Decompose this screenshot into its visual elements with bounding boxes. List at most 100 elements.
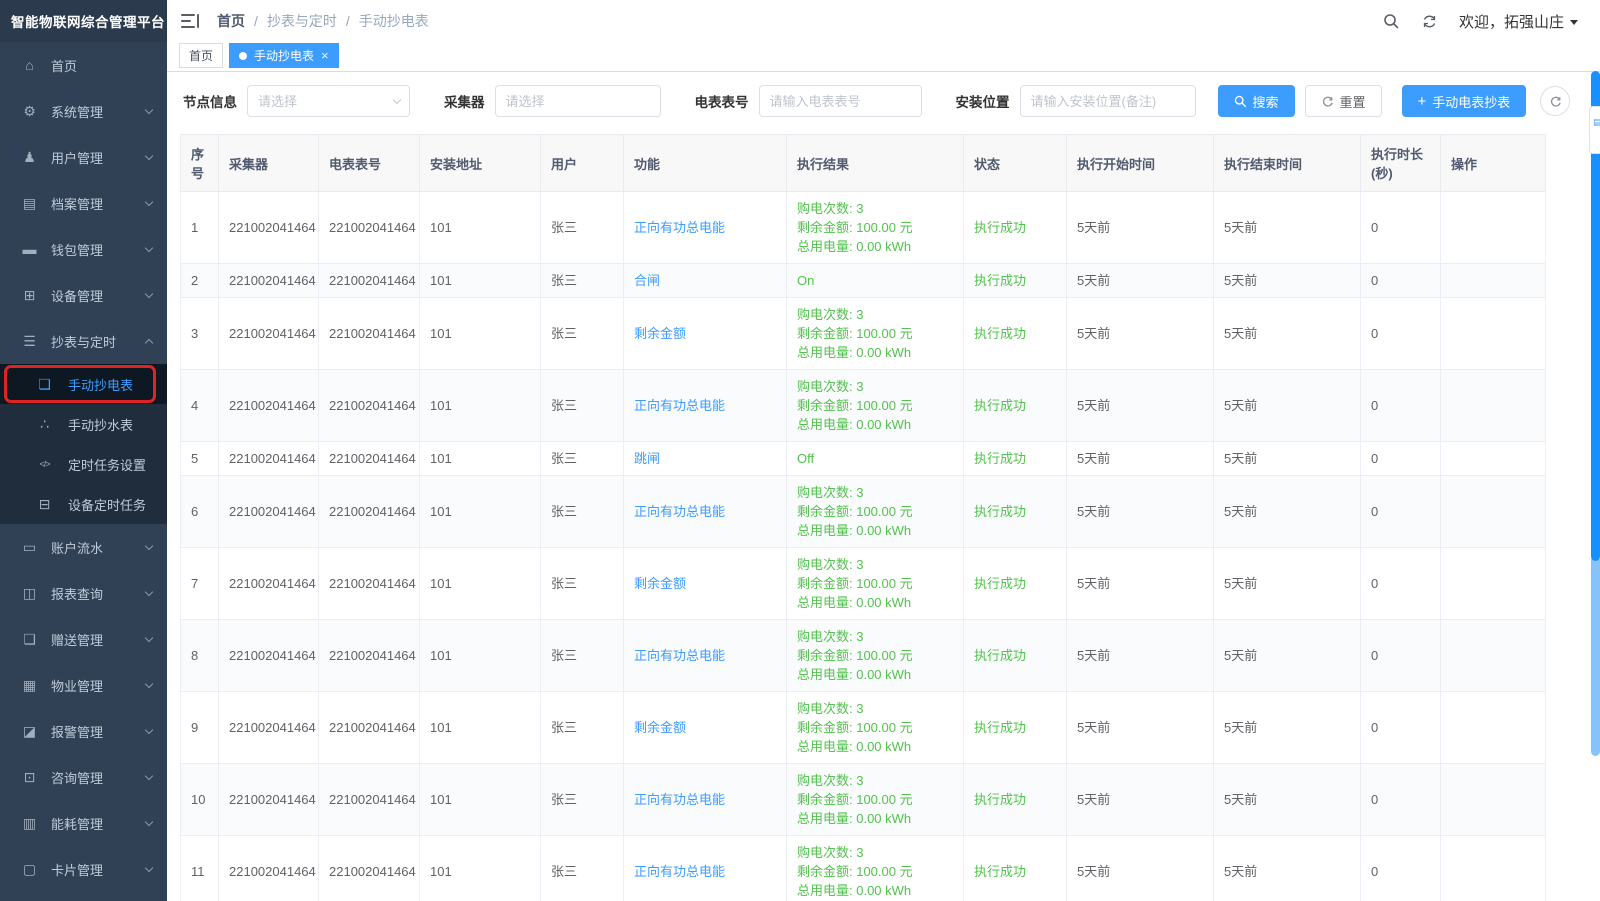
floating-panel[interactable]: ▤ [1589, 106, 1600, 154]
function-link[interactable]: 剩余金额 [634, 720, 686, 735]
cell-func[interactable]: 剩余金额 [624, 692, 787, 764]
cell-status: 执行成功 [964, 692, 1067, 764]
sidebar-menu: ⌂首页⚙系统管理♟用户管理▤档案管理▬钱包管理⊞设备管理☰抄表与定时❏手动抄电表… [0, 42, 167, 892]
column-header: 执行结果 [787, 135, 964, 192]
cell-meter: 221002041464 [319, 370, 420, 442]
sidebar-item-property[interactable]: ▦物业管理 [0, 662, 167, 708]
sidebar-collapse-icon[interactable] [181, 13, 201, 29]
tab-home[interactable]: 首页 [179, 43, 223, 68]
chevron-down-icon [145, 587, 153, 595]
sidebar-item-device[interactable]: ⊞设备管理 [0, 272, 167, 318]
cell-func[interactable]: 合闸 [624, 264, 787, 298]
tab-manual-electric-meter[interactable]: 手动抄电表 × [229, 43, 339, 68]
function-link[interactable]: 正向有功总电能 [634, 220, 725, 235]
status-badge: 执行成功 [974, 504, 1026, 519]
result-line: 总用电量: 0.00 kWh [797, 415, 953, 434]
cell-func[interactable]: 正向有功总电能 [624, 370, 787, 442]
column-header: 状态 [964, 135, 1067, 192]
meter-no-input[interactable] [759, 85, 922, 117]
table-row: 6221002041464221002041464101张三正向有功总电能购电次… [181, 476, 1546, 548]
search-button[interactable]: 搜索 [1218, 85, 1295, 117]
collector-input[interactable] [495, 85, 661, 117]
location-input[interactable] [1020, 85, 1196, 117]
cell-func[interactable]: 跳闸 [624, 442, 787, 476]
sidebar-item-home[interactable]: ⌂首页 [0, 42, 167, 88]
node-info-input[interactable] [247, 85, 410, 117]
search-icon[interactable] [1383, 12, 1401, 30]
cell-index: 9 [181, 692, 219, 764]
function-link[interactable]: 剩余金额 [634, 576, 686, 591]
cell-index: 4 [181, 370, 219, 442]
cell-func[interactable]: 正向有功总电能 [624, 476, 787, 548]
cell-user: 张三 [541, 620, 624, 692]
breadcrumb-section[interactable]: 抄表与定时 [267, 11, 337, 31]
cell-func[interactable]: 正向有功总电能 [624, 192, 787, 264]
cell-duration: 0 [1361, 370, 1441, 442]
cell-meter: 221002041464 [319, 764, 420, 836]
function-link[interactable]: 正向有功总电能 [634, 792, 725, 807]
breadcrumb-separator: / [254, 13, 258, 29]
manual-meter-read-button[interactable]: + 手动电表抄表 [1402, 85, 1527, 117]
cell-index: 7 [181, 548, 219, 620]
sidebar-item-meter-timer[interactable]: ☰抄表与定时 [0, 318, 167, 364]
cell-user: 张三 [541, 370, 624, 442]
cell-index: 11 [181, 836, 219, 901]
breadcrumb-home[interactable]: 首页 [217, 11, 245, 31]
cell-start: 5天前 [1067, 764, 1214, 836]
cell-address: 101 [420, 298, 541, 370]
cell-func[interactable]: 正向有功总电能 [624, 620, 787, 692]
cell-func[interactable]: 剩余金额 [624, 548, 787, 620]
sidebar-item-alarm[interactable]: ◪报警管理 [0, 708, 167, 754]
result-line: 剩余金额: 100.00 元 [797, 324, 953, 343]
function-link[interactable]: 正向有功总电能 [634, 864, 725, 879]
refresh-icon[interactable] [1421, 12, 1439, 30]
function-link[interactable]: 正向有功总电能 [634, 648, 725, 663]
reset-button[interactable]: 重置 [1305, 85, 1382, 117]
sidebar-item-consult[interactable]: ⊡咨询管理 [0, 754, 167, 800]
column-header: 执行时长(秒) [1361, 135, 1441, 192]
property-icon: ▦ [21, 677, 38, 694]
cell-index: 5 [181, 442, 219, 476]
sidebar-item-energy[interactable]: ▥能耗管理 [0, 800, 167, 846]
sidebar-item-wallet[interactable]: ▬钱包管理 [0, 226, 167, 272]
sidebar-item-archive[interactable]: ▤档案管理 [0, 180, 167, 226]
sidebar-item-users[interactable]: ♟用户管理 [0, 134, 167, 180]
function-link[interactable]: 跳闸 [634, 451, 660, 466]
cell-ops [1441, 264, 1546, 298]
cell-start: 5天前 [1067, 192, 1214, 264]
tree-icon: ∴ [36, 416, 53, 433]
function-link[interactable]: 正向有功总电能 [634, 504, 725, 519]
function-link[interactable]: 合闸 [634, 273, 660, 288]
sidebar-item-device-timer-tasks[interactable]: ⊟设备定时任务 [0, 484, 167, 524]
sidebar-item-account-flow[interactable]: ▭账户流水 [0, 524, 167, 570]
sidebar-item-label: 报表查询 [51, 584, 103, 603]
status-badge: 执行成功 [974, 451, 1026, 466]
sidebar-item-report-query[interactable]: ◫报表查询 [0, 570, 167, 616]
cell-ops [1441, 548, 1546, 620]
user-menu[interactable]: 欢迎，拓强山庄 [1459, 11, 1578, 32]
status-badge: 执行成功 [974, 273, 1026, 288]
cell-func[interactable]: 正向有功总电能 [624, 764, 787, 836]
sidebar-item-card-mgmt[interactable]: ▢卡片管理 [0, 846, 167, 892]
function-link[interactable]: 剩余金额 [634, 326, 686, 341]
function-link[interactable]: 正向有功总电能 [634, 398, 725, 413]
sidebar-item-manual-electric-meter[interactable]: ❏手动抄电表 [0, 364, 167, 404]
sidebar-item-label: 设备管理 [51, 286, 103, 305]
sidebar-item-system[interactable]: ⚙系统管理 [0, 88, 167, 134]
node-info-select[interactable] [247, 85, 410, 117]
cell-collector: 221002041464 [219, 370, 319, 442]
sidebar-item-timer-task-settings[interactable]: </>定时任务设置 [0, 444, 167, 484]
vertical-scrollbar-track[interactable] [1591, 556, 1600, 756]
cell-func[interactable]: 正向有功总电能 [624, 836, 787, 901]
chevron-down-icon [145, 541, 153, 549]
cell-duration: 0 [1361, 476, 1441, 548]
cell-func[interactable]: 剩余金额 [624, 298, 787, 370]
sidebar-item-manual-water-meter[interactable]: ∴手动抄水表 [0, 404, 167, 444]
cell-duration: 0 [1361, 298, 1441, 370]
sidebar-item-gift[interactable]: ❏赠送管理 [0, 616, 167, 662]
close-icon[interactable]: × [321, 49, 329, 62]
column-header: 安装地址 [420, 135, 541, 192]
cell-start: 5天前 [1067, 692, 1214, 764]
refresh-table-button[interactable] [1540, 86, 1570, 116]
plus-icon: + [1418, 94, 1427, 109]
